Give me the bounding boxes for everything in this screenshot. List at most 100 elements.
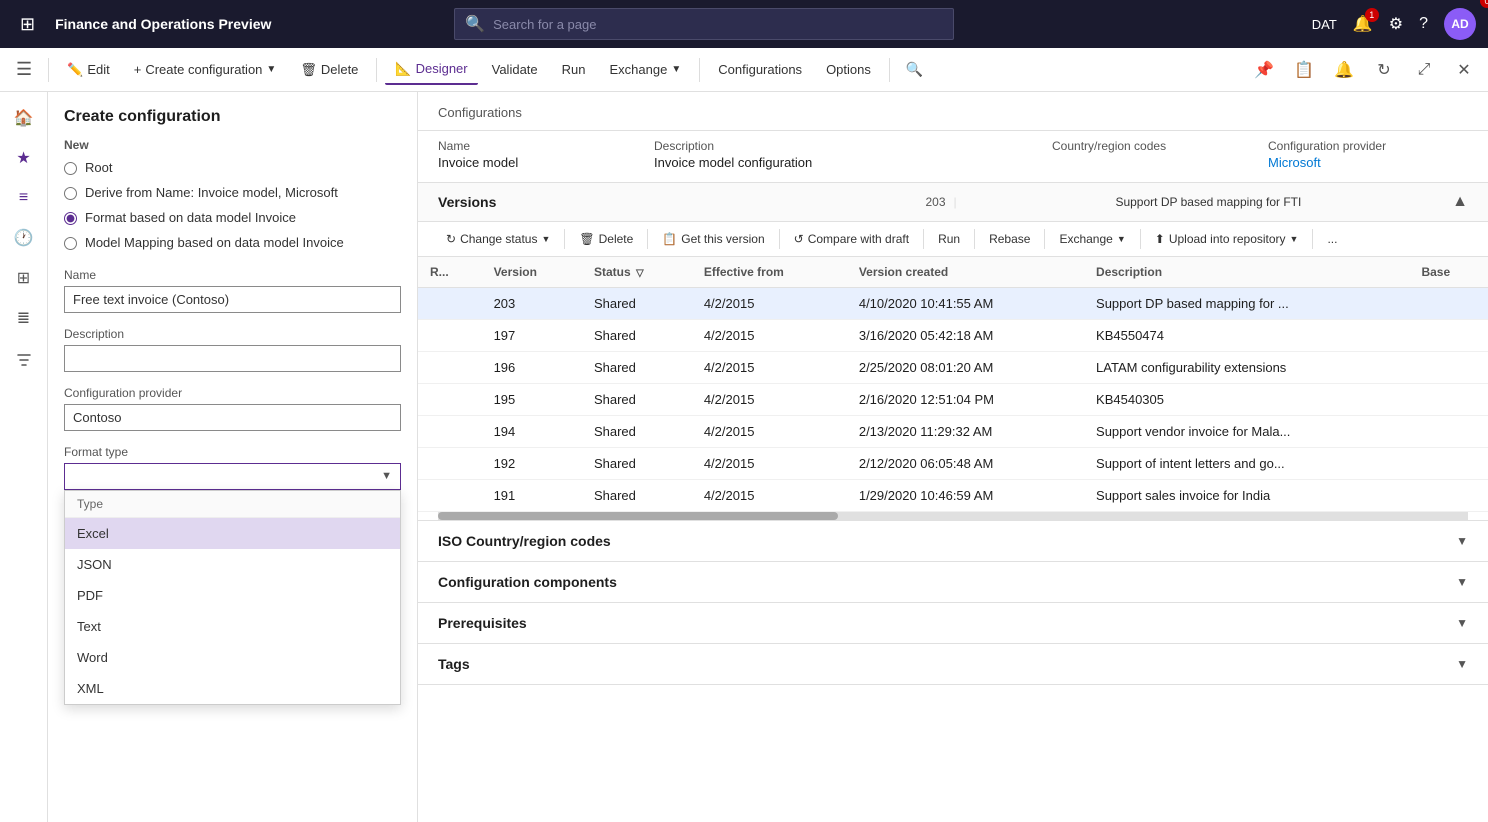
description-input[interactable] xyxy=(64,345,401,372)
table-row[interactable]: 192Shared4/2/20152/12/2020 06:05:48 AMSu… xyxy=(418,448,1488,480)
refresh-icon[interactable]: ↻ xyxy=(1368,54,1400,86)
delete-button[interactable]: 🗑 Delete xyxy=(290,56,368,84)
versions-collapse-icon[interactable]: ▲ xyxy=(1452,193,1468,211)
pinned-icon[interactable]: 📌 xyxy=(1248,54,1280,86)
trash-icon: 🗑 xyxy=(300,62,317,78)
top-navigation: ⊞ Finance and Operations Preview 🔍 DAT 🔔… xyxy=(0,0,1488,48)
versions-more-button[interactable]: ... xyxy=(1319,228,1345,250)
table-cell: 4/2/2015 xyxy=(692,416,847,448)
format-type-input-row: ▼ xyxy=(64,463,401,490)
layout-icon[interactable]: 📋 xyxy=(1288,54,1320,86)
table-cell xyxy=(1409,448,1488,480)
dropdown-item-json[interactable]: JSON xyxy=(65,549,400,580)
options-button[interactable]: Options xyxy=(816,56,881,83)
horizontal-scrollbar[interactable] xyxy=(438,512,1468,520)
home-icon[interactable]: 🏠 xyxy=(6,100,42,136)
close-icon[interactable]: ✕ xyxy=(1448,54,1480,86)
table-cell xyxy=(1409,416,1488,448)
table-cell: 4/2/2015 xyxy=(692,448,847,480)
notification-toolbar-icon[interactable]: 🔔 xyxy=(1328,54,1360,86)
separator-2 xyxy=(376,58,377,82)
table-row[interactable]: 194Shared4/2/20152/13/2020 11:29:32 AMSu… xyxy=(418,416,1488,448)
exchange-button[interactable]: Exchange ▼ xyxy=(600,56,692,83)
versions-delete-button[interactable]: 🗑 Delete xyxy=(571,228,641,250)
collapsible-title: ISO Country/region codes xyxy=(438,533,1456,549)
dropdown-item-excel[interactable]: Excel xyxy=(65,518,400,549)
collapsible-header[interactable]: Tags ▼ xyxy=(418,644,1488,684)
radio-root[interactable]: Root xyxy=(64,160,401,177)
run-button[interactable]: Run xyxy=(552,56,596,83)
dropdown-item-text[interactable]: Text xyxy=(65,611,400,642)
name-field: Name xyxy=(64,268,401,313)
table-cell xyxy=(1409,288,1488,320)
dropdown-item-pdf[interactable]: PDF xyxy=(65,580,400,611)
star-icon[interactable]: ★ xyxy=(6,140,42,176)
expand-icon[interactable]: ⤢ xyxy=(1408,54,1440,86)
list-icon[interactable]: ≡ xyxy=(6,180,42,216)
validate-button[interactable]: Validate xyxy=(482,56,548,83)
table-row[interactable]: 191Shared4/2/20151/29/2020 10:46:59 AMSu… xyxy=(418,480,1488,512)
change-status-button[interactable]: ↻ Change status ▼ xyxy=(438,228,558,250)
exchange-chevron-icon: ▼ xyxy=(671,64,681,75)
table-cell: KB4540305 xyxy=(1084,384,1409,416)
compare-with-draft-button[interactable]: ↺ Compare with draft xyxy=(786,228,917,250)
get-this-version-button[interactable]: 📋 Get this version xyxy=(654,228,772,250)
configurations-button[interactable]: Configurations xyxy=(708,56,812,83)
config-provider-input[interactable] xyxy=(64,404,401,431)
radio-format[interactable]: Format based on data model Invoice xyxy=(64,210,401,227)
collapsible-header[interactable]: Configuration components ▼ xyxy=(418,562,1488,602)
clock-icon[interactable]: 🕐 xyxy=(6,220,42,256)
plus-icon: + xyxy=(134,62,142,77)
format-type-dropdown-arrow[interactable]: ▼ xyxy=(373,466,400,486)
table-row[interactable]: 195Shared4/2/20152/16/2020 12:51:04 PMKB… xyxy=(418,384,1488,416)
rebase-button[interactable]: Rebase xyxy=(981,228,1038,250)
dropdown-item-word[interactable]: Word xyxy=(65,642,400,673)
table-cell: Shared xyxy=(582,320,692,352)
radio-derive[interactable]: Derive from Name: Invoice model, Microso… xyxy=(64,185,401,202)
search-input[interactable] xyxy=(493,17,943,32)
create-configuration-button[interactable]: + Create configuration ▼ xyxy=(124,56,287,83)
collapsible-header[interactable]: ISO Country/region codes ▼ xyxy=(418,521,1488,561)
config-provider-label-main: Configuration provider xyxy=(1268,139,1468,153)
grid-icon[interactable]: ⊞ xyxy=(6,260,42,296)
table-cell: Shared xyxy=(582,288,692,320)
dropdown-item-xml[interactable]: XML xyxy=(65,673,400,704)
avatar[interactable]: AD xyxy=(1444,8,1476,40)
collapsible-header[interactable]: Prerequisites ▼ xyxy=(418,603,1488,643)
menu-icon[interactable]: ☰ xyxy=(8,55,40,84)
table-cell: 4/2/2015 xyxy=(692,288,847,320)
versions-exchange-button[interactable]: Exchange ▼ xyxy=(1051,228,1133,250)
waffle-icon[interactable]: ⊞ xyxy=(12,10,43,39)
help-icon[interactable]: ? xyxy=(1419,15,1428,33)
edit-button[interactable]: ✏️ Edit xyxy=(57,56,120,84)
sync-icon: ↻ xyxy=(446,232,456,246)
config-provider-value[interactable]: Microsoft xyxy=(1268,155,1468,170)
table-cell: KB4550474 xyxy=(1084,320,1409,352)
search-toolbar-icon[interactable]: 🔍 xyxy=(898,57,931,82)
table-cell: 3/16/2020 05:42:18 AM xyxy=(847,320,1084,352)
search-icon: 🔍 xyxy=(465,14,485,34)
name-input[interactable] xyxy=(64,286,401,313)
panel-title: Create configuration xyxy=(64,108,401,126)
designer-button[interactable]: 📐 Designer xyxy=(385,55,477,85)
table-row[interactable]: 203Shared4/2/20154/10/2020 10:41:55 AMSu… xyxy=(418,288,1488,320)
filter-icon[interactable] xyxy=(8,344,40,376)
table-cell: Support DP based mapping for ... xyxy=(1084,288,1409,320)
radio-model-mapping[interactable]: Model Mapping based on data model Invoic… xyxy=(64,235,401,252)
radio-derive-label: Derive from Name: Invoice model, Microso… xyxy=(85,185,338,202)
settings-icon[interactable]: ⚙ xyxy=(1389,14,1403,34)
table-cell: Support of intent letters and go... xyxy=(1084,448,1409,480)
table-cell xyxy=(1409,352,1488,384)
status-filter-icon[interactable]: ▽ xyxy=(636,268,644,279)
table-cell xyxy=(1409,384,1488,416)
table-row[interactable]: 197Shared4/2/20153/16/2020 05:42:18 AMKB… xyxy=(418,320,1488,352)
format-type-input[interactable] xyxy=(65,464,373,489)
upload-into-repository-button[interactable]: ⬆ Upload into repository ▼ xyxy=(1147,228,1307,250)
col-status: Status ▽ xyxy=(582,257,692,288)
hierarchy-icon[interactable]: ≣ xyxy=(6,300,42,336)
table-cell xyxy=(418,352,482,384)
table-cell: 4/2/2015 xyxy=(692,352,847,384)
vtoolbar-sep-5 xyxy=(974,229,975,249)
versions-run-button[interactable]: Run xyxy=(930,228,968,250)
table-row[interactable]: 196Shared4/2/20152/25/2020 08:01:20 AMLA… xyxy=(418,352,1488,384)
